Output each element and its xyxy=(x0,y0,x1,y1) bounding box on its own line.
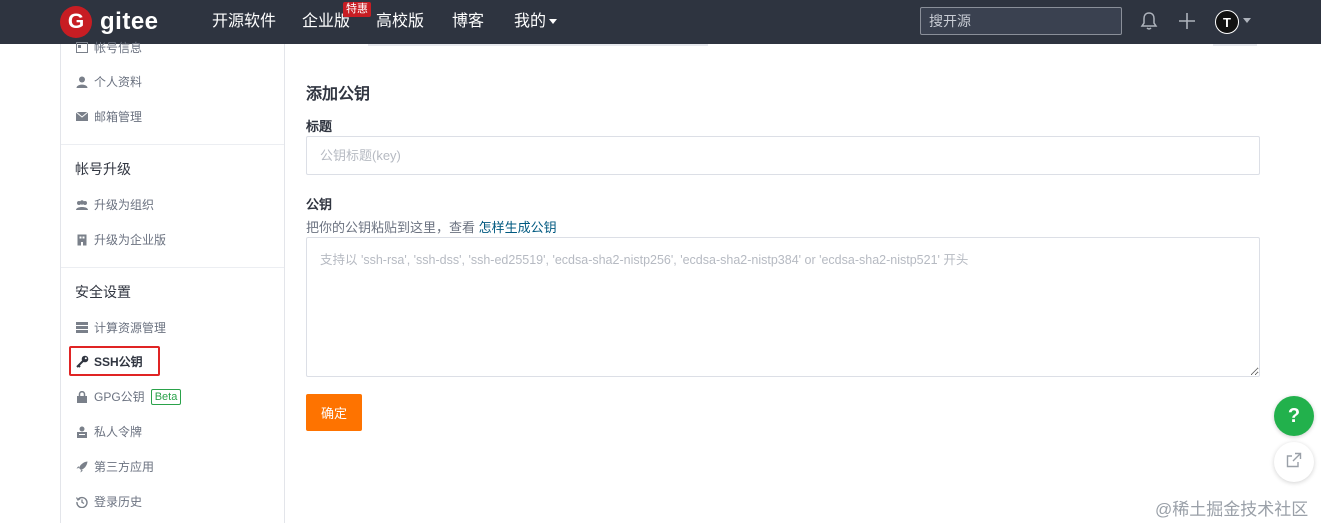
key-icon xyxy=(75,355,89,369)
confirm-button[interactable]: 确定 xyxy=(306,394,362,431)
sidebar-item-ssh-keys[interactable]: SSH公钥 xyxy=(75,353,143,370)
search-input[interactable] xyxy=(920,7,1122,35)
sidebar-item-label: 升级为组织 xyxy=(94,198,155,212)
share-button[interactable] xyxy=(1274,442,1314,482)
sidebar-item-upgrade-org[interactable]: 升级为组织 xyxy=(75,196,154,213)
sidebar-item-label: 升级为企业版 xyxy=(94,233,167,247)
sidebar-item-label: GPG公钥 xyxy=(94,390,145,404)
mail-icon xyxy=(75,110,89,124)
sidebar-item-upgrade-enterprise[interactable]: 升级为企业版 xyxy=(75,231,166,248)
gitee-logo-mark: G xyxy=(60,6,92,38)
avatar[interactable]: T xyxy=(1215,10,1239,34)
nav-mine[interactable]: 我的 xyxy=(514,11,558,33)
sidebar-item-label: 私人令牌 xyxy=(94,425,143,439)
gitee-logo-text: gitee xyxy=(100,8,159,35)
page-title: 添加公钥 xyxy=(306,86,371,103)
sidebar-item-label: 登录历史 xyxy=(94,495,143,509)
help-button[interactable]: ? xyxy=(1274,396,1314,436)
key-title-input[interactable] xyxy=(306,136,1260,175)
user-icon xyxy=(75,75,89,89)
nav-open-source[interactable]: 开源软件 xyxy=(212,11,276,33)
beta-badge: Beta xyxy=(150,388,182,405)
nav-education[interactable]: 高校版 xyxy=(376,11,424,33)
sidebar-heading-security: 安全设置 xyxy=(75,284,131,300)
sidebar-item-account-info[interactable]: 帐号信息 xyxy=(75,39,142,56)
token-icon xyxy=(75,425,89,439)
sidebar-divider xyxy=(61,267,284,268)
nav-mine-label: 我的 xyxy=(514,13,547,30)
sidebar-item-label: 计算资源管理 xyxy=(94,321,167,335)
sidebar-item-label: 个人资料 xyxy=(94,75,143,89)
sidebar-item-compute-resources[interactable]: 计算资源管理 xyxy=(75,319,166,336)
title-label: 标题 xyxy=(306,119,333,134)
nav-promo-badge: 特惠 xyxy=(343,2,371,17)
plus-icon[interactable] xyxy=(1176,10,1198,32)
sidebar-divider xyxy=(61,144,284,145)
nav-blog[interactable]: 博客 xyxy=(452,11,484,33)
sidebar-heading-upgrade: 帐号升级 xyxy=(75,161,131,177)
server-icon xyxy=(75,321,89,335)
bell-icon[interactable] xyxy=(1138,10,1160,32)
gitee-logo[interactable]: G gitee xyxy=(60,6,159,38)
sidebar-item-label: SSH公钥 xyxy=(94,355,143,369)
users-icon xyxy=(75,198,89,212)
top-button-edge xyxy=(1213,44,1257,46)
public-key-hint: 把你的公钥粘贴到这里，查看 怎样生成公钥 xyxy=(306,217,557,236)
id-card-icon xyxy=(75,41,89,55)
rocket-icon xyxy=(75,460,89,474)
sidebar-item-label: 帐号信息 xyxy=(94,41,143,55)
sidebar-item-label: 邮箱管理 xyxy=(94,110,143,124)
sidebar-item-private-tokens[interactable]: 私人令牌 xyxy=(75,423,142,440)
sidebar-item-third-party-apps[interactable]: 第三方应用 xyxy=(75,458,154,475)
settings-sidebar: 帐号信息 个人资料 邮箱管理 帐号升级 升级为组织 升级为企业版 安全设置 计算… xyxy=(60,41,285,523)
lock-icon xyxy=(75,390,89,404)
hint-text: 把你的公钥粘贴到这里，查看 xyxy=(306,220,479,235)
chevron-down-icon xyxy=(549,19,558,25)
sidebar-item-gpg-keys[interactable]: GPG公钥 Beta xyxy=(75,388,182,405)
sidebar-item-email[interactable]: 邮箱管理 xyxy=(75,108,142,125)
top-navbar: G gitee 开源软件 企业版 特惠 高校版 博客 我的 T xyxy=(0,0,1321,44)
history-icon xyxy=(75,495,89,509)
how-to-generate-key-link[interactable]: 怎样生成公钥 xyxy=(479,220,557,235)
building-icon xyxy=(75,233,89,247)
public-key-textarea[interactable] xyxy=(306,237,1260,377)
watermark-text: @稀土掘金技术社区 xyxy=(1155,500,1309,519)
sidebar-item-profile[interactable]: 个人资料 xyxy=(75,73,142,90)
top-field-edge xyxy=(368,44,708,46)
avatar-caret-icon[interactable] xyxy=(1243,18,1251,23)
sidebar-item-label: 第三方应用 xyxy=(94,460,155,474)
public-key-label: 公钥 xyxy=(306,197,333,212)
external-link-icon xyxy=(1286,452,1302,473)
sidebar-item-login-history[interactable]: 登录历史 xyxy=(75,493,142,510)
